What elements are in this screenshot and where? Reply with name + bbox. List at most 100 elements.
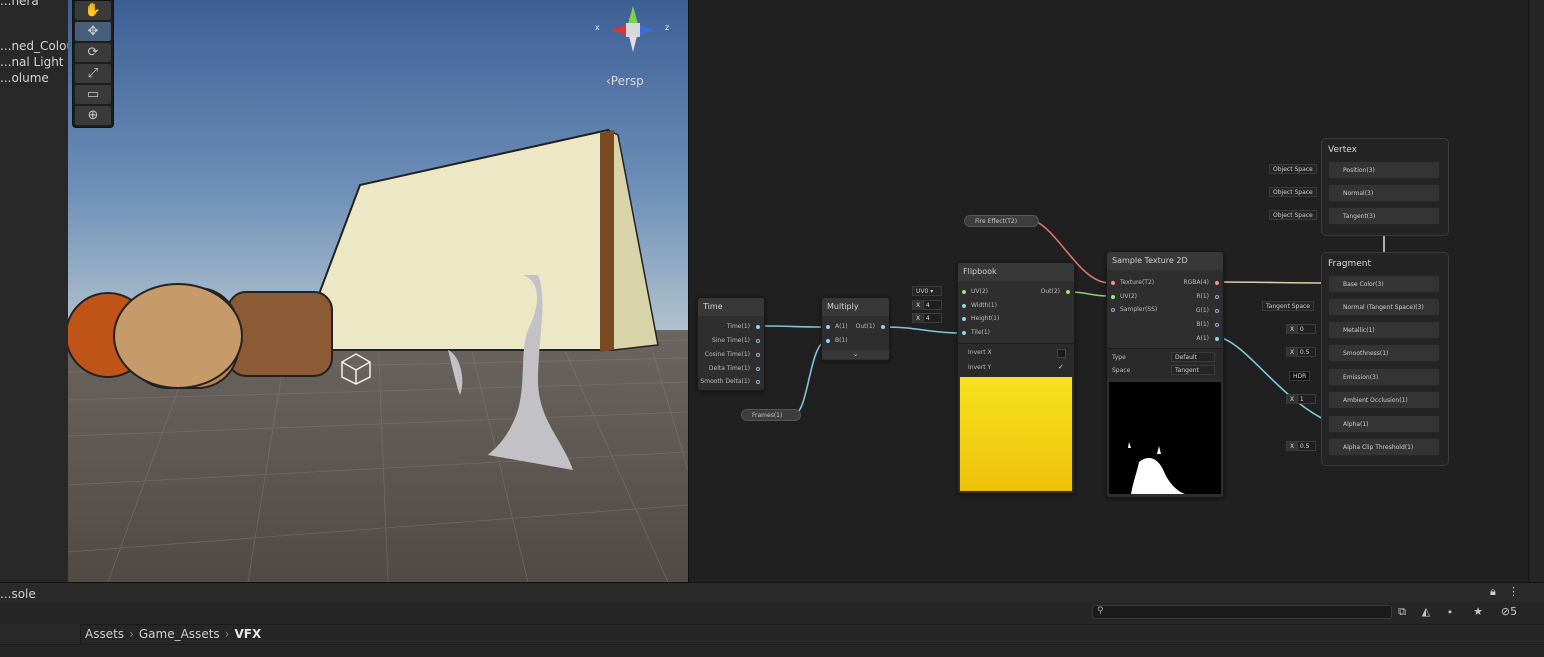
- flipbook-uv-chip[interactable]: UV0 ▾: [912, 286, 942, 296]
- smoothness-field[interactable]: X 0.5: [1286, 347, 1316, 357]
- alpha-clip-field[interactable]: X 0.5: [1286, 441, 1316, 451]
- hierarchy-item-volume[interactable]: ...olume: [0, 71, 49, 85]
- sample-texture-preview: [1109, 382, 1221, 494]
- metallic-field[interactable]: X 0: [1286, 324, 1316, 334]
- project-content-area[interactable]: [0, 644, 1544, 657]
- favorite-icon[interactable]: ★: [1470, 605, 1486, 619]
- graph-scrollbar[interactable]: [1528, 0, 1544, 582]
- multiply-node[interactable]: Multiply A(1) B(1) Out(1) ⌄: [821, 297, 890, 361]
- uv-in-dot[interactable]: [1111, 295, 1115, 299]
- type-dropdown[interactable]: Default: [1171, 352, 1215, 362]
- b-out-dot[interactable]: [1215, 323, 1219, 327]
- transform-tool-button[interactable]: ⊕: [75, 106, 111, 125]
- flipbook-width-field[interactable]: X 4: [912, 300, 942, 310]
- texture-in-dot[interactable]: [1111, 281, 1115, 285]
- breadcrumb-game-assets[interactable]: Game_Assets: [139, 627, 220, 641]
- scale-tool-button[interactable]: ⤢: [75, 64, 111, 83]
- rotate-tool-button[interactable]: ⟳: [75, 43, 111, 62]
- space-dropdown[interactable]: Tangent: [1171, 365, 1215, 375]
- invert-y-checkbox[interactable]: ✓: [1058, 363, 1066, 371]
- flipbook-height-dot[interactable]: [962, 317, 966, 321]
- multiply-out-dot[interactable]: [881, 325, 885, 329]
- vertex-tangent-label: Tangent(3): [1343, 213, 1376, 220]
- metallic-slot[interactable]: Metallic(1): [1328, 321, 1440, 339]
- scene-view[interactable]: x z: [68, 0, 689, 582]
- breadcrumb-assets[interactable]: Assets: [85, 627, 124, 641]
- flipbook-tile-dot[interactable]: [962, 331, 966, 335]
- ambient-occlusion-slot[interactable]: Ambient Occlusion(1): [1328, 391, 1440, 409]
- label-icon[interactable]: ⬩: [1442, 605, 1458, 619]
- g-out-port: G(1): [1195, 307, 1209, 314]
- search-by-type-icon[interactable]: ⧉: [1394, 605, 1410, 619]
- vertex-tangent-slot[interactable]: Tangent(3): [1328, 207, 1440, 225]
- emission-slot[interactable]: Emission(3): [1328, 368, 1440, 386]
- gizmo-x-label: x: [595, 23, 600, 32]
- sample-texture-title: Sample Texture 2D: [1107, 252, 1223, 270]
- multiply-expand-chevron-icon[interactable]: ⌄: [822, 350, 889, 359]
- time-port-dot[interactable]: [756, 325, 760, 329]
- cosine-time-dot[interactable]: [756, 353, 760, 357]
- sampler-in-dot[interactable]: [1111, 308, 1115, 312]
- vertex-normal-label: Normal(3): [1343, 190, 1374, 197]
- r-out-port: R(1): [1196, 293, 1209, 300]
- multiply-a-dot[interactable]: [826, 325, 830, 329]
- eye-slash-icon: ⊘: [1500, 605, 1511, 618]
- alpha-slot[interactable]: Alpha(1): [1328, 415, 1440, 433]
- flipbook-width-value: 4: [925, 302, 930, 309]
- hidden-packages-toggle[interactable]: ⊘5: [1496, 605, 1522, 619]
- multiply-b-dot[interactable]: [826, 339, 830, 343]
- vertex-position-slot[interactable]: Position(3): [1328, 161, 1440, 179]
- vertex-position-chip[interactable]: Object Space: [1269, 164, 1317, 174]
- delta-time-dot[interactable]: [756, 367, 760, 371]
- vertex-context: Vertex Position(3) Normal(3) Tangent(3): [1321, 138, 1449, 236]
- flipbook-uv-dot[interactable]: [962, 290, 966, 294]
- more-options-icon[interactable]: ⋮: [1508, 585, 1519, 598]
- smooth-delta-dot[interactable]: [756, 380, 760, 384]
- flipbook-width-dot[interactable]: [962, 304, 966, 308]
- rect-tool-button[interactable]: ▭: [75, 85, 111, 104]
- base-color-slot[interactable]: Base Color(3): [1328, 275, 1440, 293]
- rgba-out-dot[interactable]: [1215, 281, 1219, 285]
- vertex-normal-slot[interactable]: Normal(3): [1328, 184, 1440, 202]
- vertex-normal-chip[interactable]: Object Space: [1269, 187, 1317, 197]
- sine-time-port: Sine Time(1): [711, 337, 750, 344]
- flipbook-height-field[interactable]: X 4: [912, 313, 942, 323]
- filter-type-icon[interactable]: ◭: [1418, 605, 1434, 619]
- normal-slot[interactable]: Normal (Tangent Space)(3): [1328, 298, 1440, 316]
- console-tab[interactable]: ...sole: [0, 587, 36, 601]
- hierarchy-item-colour-palette[interactable]: ...ned_ColourPa: [0, 39, 68, 53]
- g-out-dot[interactable]: [1215, 309, 1219, 313]
- shader-graph-canvas[interactable]: Time Time(1) Sine Time(1) Cosine Time(1)…: [689, 0, 1528, 582]
- time-node[interactable]: Time Time(1) Sine Time(1) Cosine Time(1)…: [697, 297, 765, 391]
- r-out-dot[interactable]: [1215, 295, 1219, 299]
- scale-icon: ⤢: [87, 66, 99, 81]
- scene-render: [68, 0, 688, 582]
- lock-icon[interactable]: 🔒︎: [1490, 585, 1496, 599]
- sample-texture-node[interactable]: Sample Texture 2D Texture(T2) UV(2) Samp…: [1106, 251, 1224, 498]
- sampler-in-port: Sampler(SS): [1120, 306, 1158, 313]
- sine-time-dot[interactable]: [756, 339, 760, 343]
- multiply-a-port: A(1): [835, 323, 848, 330]
- breadcrumb-vfx[interactable]: VFX: [234, 627, 261, 641]
- invert-x-checkbox[interactable]: [1057, 349, 1066, 358]
- fire-effect-property[interactable]: Fire Effect(T2): [964, 215, 1039, 227]
- vertex-tangent-chip[interactable]: Object Space: [1269, 210, 1317, 220]
- invert-x-label: Invert X: [968, 349, 992, 356]
- a-out-dot[interactable]: [1215, 337, 1219, 341]
- move-tool-button[interactable]: ✥: [75, 22, 111, 41]
- wire-flipbook-uv: [1068, 291, 1110, 297]
- emission-hdr-label: HDR: [1293, 373, 1307, 380]
- smoothness-slot[interactable]: Smoothness(1): [1328, 344, 1440, 362]
- alpha-clip-slot[interactable]: Alpha Clip Threshold(1): [1328, 438, 1440, 456]
- ao-field[interactable]: X 1: [1286, 394, 1316, 404]
- flipbook-node[interactable]: Flipbook UV(2) Width(1) Height(1) Tile(1…: [957, 262, 1075, 494]
- emission-hdr-chip[interactable]: HDR: [1289, 371, 1311, 381]
- projection-label[interactable]: ‹Persp: [606, 74, 644, 88]
- project-search-input[interactable]: ⚲: [1092, 605, 1392, 619]
- normal-space-chip[interactable]: Tangent Space: [1262, 301, 1314, 311]
- hand-tool-button[interactable]: ✋: [75, 1, 111, 20]
- hierarchy-item-camera[interactable]: ...nera: [0, 0, 39, 8]
- frames-property[interactable]: Frames(1): [741, 409, 801, 421]
- flipbook-out-dot[interactable]: [1066, 290, 1070, 294]
- hierarchy-item-light[interactable]: ...nal Light: [0, 55, 64, 69]
